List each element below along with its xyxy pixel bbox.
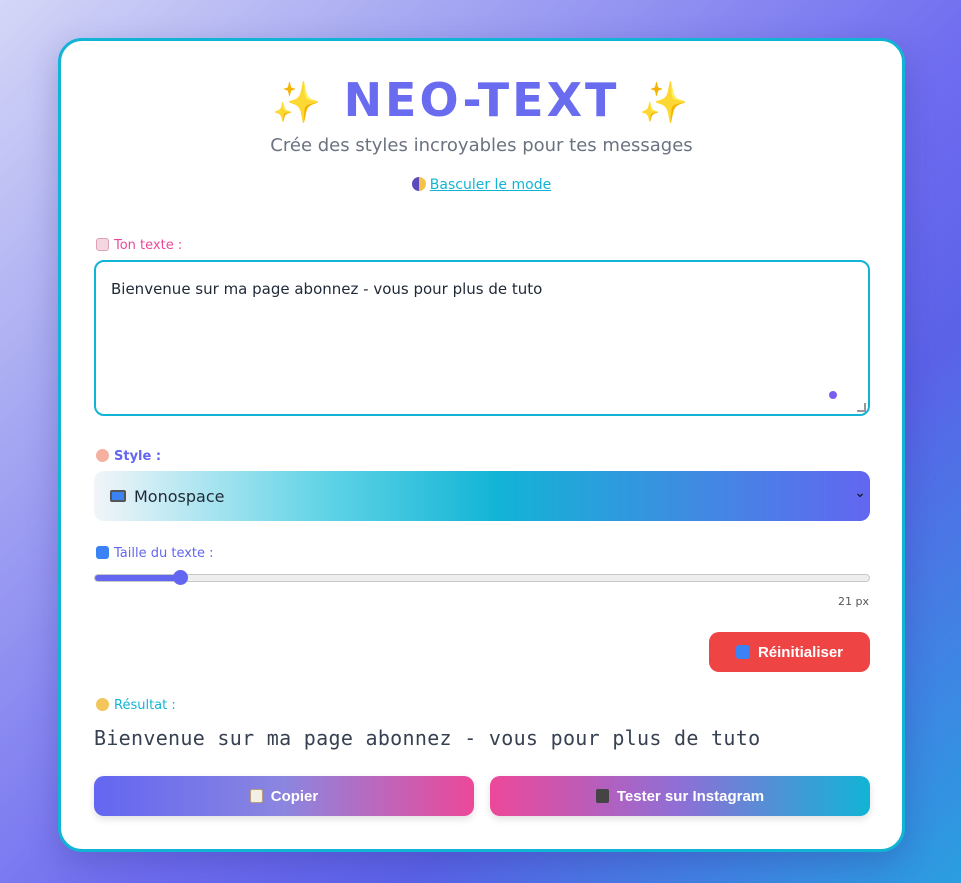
copy-button-label: Copier bbox=[270, 787, 319, 805]
phone-icon bbox=[595, 789, 609, 803]
copy-button[interactable]: Copier bbox=[94, 776, 474, 816]
style-label: Style : bbox=[96, 449, 161, 464]
app-title-row: ✨ NEO-TEXT ✨ bbox=[61, 73, 902, 127]
result-preview: Bienvenue sur ma page abonnez - vous pou… bbox=[94, 726, 761, 750]
sparkles-icon: ✨ bbox=[271, 80, 325, 126]
result-label: Résultat : bbox=[96, 698, 176, 713]
reset-button-label: Réinitialiser bbox=[757, 643, 844, 661]
sparkles-icon bbox=[96, 698, 109, 711]
size-slider-thumb[interactable] bbox=[173, 570, 189, 585]
palette-icon bbox=[96, 449, 109, 462]
size-slider-fill bbox=[95, 575, 181, 581]
text-label: Ton texte : bbox=[96, 238, 182, 253]
resize-handle[interactable] bbox=[857, 403, 866, 412]
style-select[interactable]: Monospace ⌄ bbox=[94, 471, 870, 521]
memo-icon bbox=[96, 238, 109, 251]
toggle-mode-label: Basculer le mode bbox=[429, 177, 552, 193]
half-moon-icon bbox=[411, 177, 426, 191]
abcd-icon bbox=[96, 546, 109, 559]
main-card: ✨ NEO-TEXT ✨ Crée des styles incroyables… bbox=[58, 38, 905, 852]
instagram-test-button[interactable]: Tester sur Instagram bbox=[490, 776, 870, 816]
size-label-text: Taille du texte : bbox=[114, 546, 214, 561]
result-label-text: Résultat : bbox=[114, 698, 176, 713]
toggle-mode-link[interactable]: Basculer le mode bbox=[61, 177, 902, 193]
chevron-down-icon: ⌄ bbox=[854, 485, 866, 501]
grammar-indicator-icon bbox=[829, 391, 837, 399]
clipboard-icon bbox=[249, 789, 263, 803]
size-value: 21 px bbox=[838, 595, 869, 608]
refresh-icon bbox=[735, 645, 750, 659]
sparkles-icon: ✨ bbox=[638, 80, 692, 126]
size-label: Taille du texte : bbox=[96, 546, 214, 561]
text-label-text: Ton texte : bbox=[114, 238, 183, 253]
instagram-test-label: Tester sur Instagram bbox=[616, 787, 765, 805]
app-subtitle: Crée des styles incroyables pour tes mes… bbox=[270, 135, 693, 156]
style-selected-value: Monospace bbox=[134, 486, 225, 506]
style-label-text: Style : bbox=[114, 449, 162, 464]
app-title: NEO-TEXT bbox=[343, 73, 620, 127]
reset-button[interactable]: Réinitialiser bbox=[709, 632, 870, 672]
size-slider[interactable] bbox=[94, 570, 870, 585]
computer-icon bbox=[110, 490, 126, 502]
text-input[interactable]: Bienvenue sur ma page abonnez - vous pou… bbox=[94, 260, 870, 416]
